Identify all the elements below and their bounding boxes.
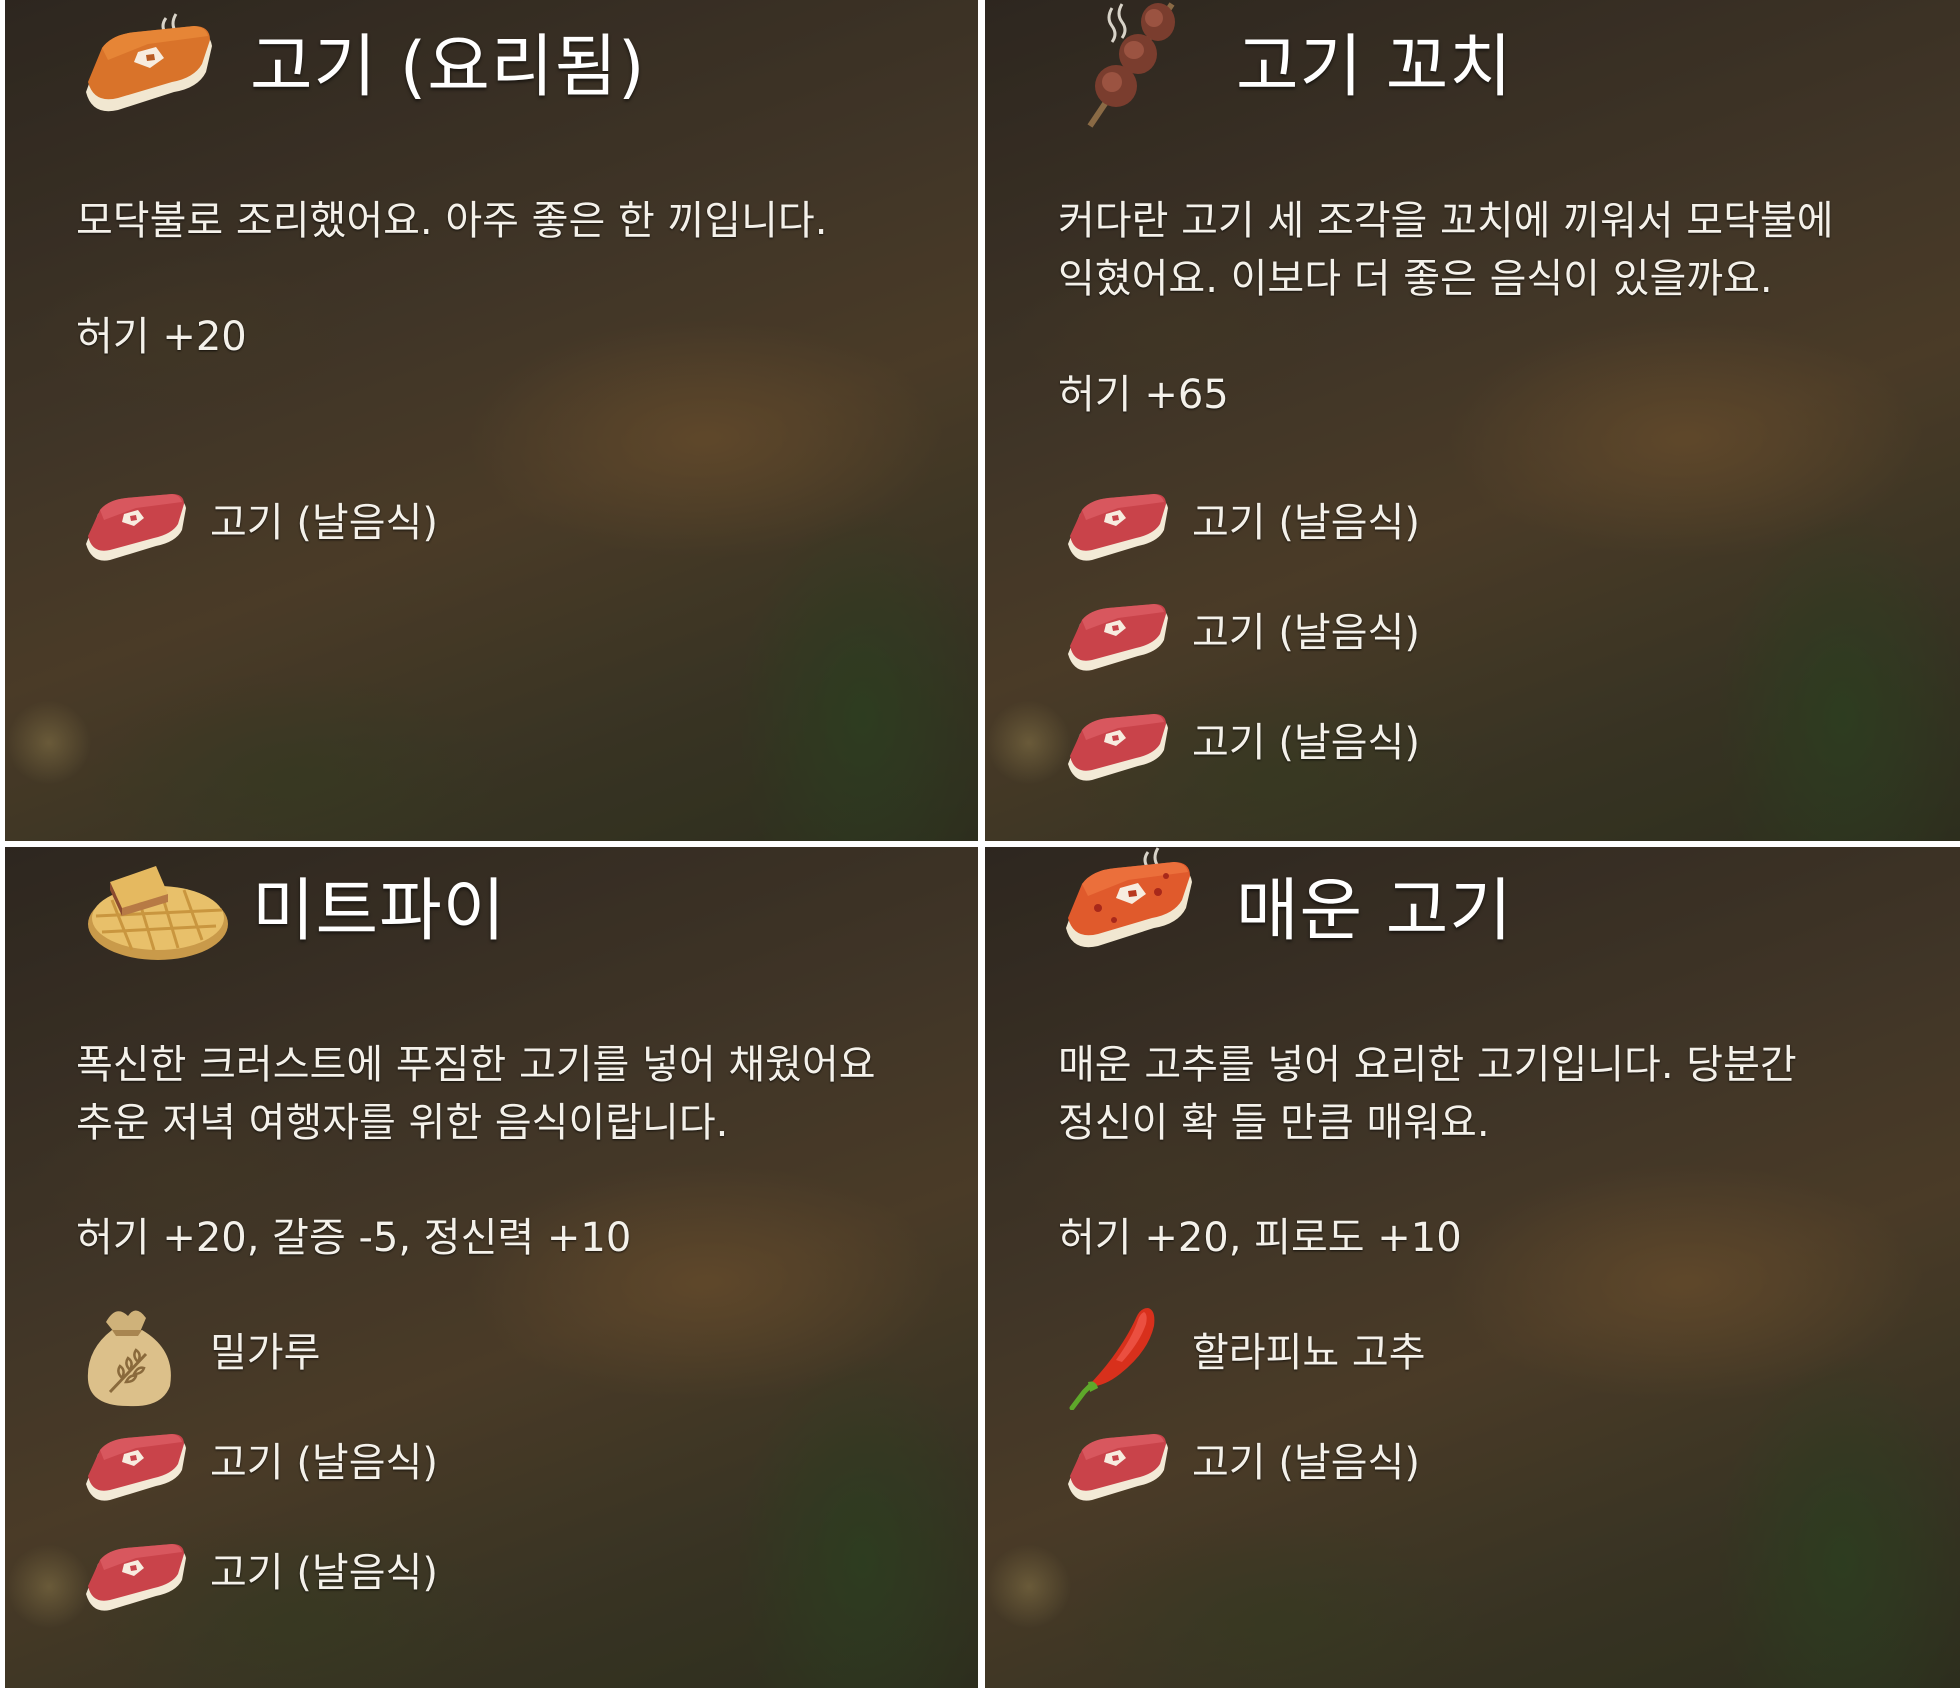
recipe-card-cooked-meat: 고기 (요리됨) 모닥불로 조리했어요. 아주 좋은 한 끼입니다. 허기 +2… [0, 0, 980, 844]
recipe-grid: 고기 (요리됨) 모닥불로 조리했어요. 아주 좋은 한 끼입니다. 허기 +2… [0, 0, 1960, 1688]
recipe-title: 고기 (요리됨) [250, 28, 646, 107]
recipe-description: 모닥불로 조리했어요. 아주 좋은 한 끼입니다. [76, 198, 828, 244]
recipe-description: 매운 고추를 넣어 요리한 고기입니다. 당분간 정신이 확 들 만큼 매워요. [1058, 1042, 1797, 1146]
ingredient-label: 고기 (날음식) [1192, 720, 1420, 766]
ingredient-label: 고기 (날음식) [210, 1550, 438, 1596]
ingredient-row: 고기 (날음식) [1058, 588, 1938, 680]
recipe-stats: 허기 +20, 피로도 +10 [1058, 1215, 1462, 1261]
ingredient-label: 고기 (날음식) [1192, 1440, 1420, 1486]
raw-meat-icon [1068, 1434, 1168, 1501]
horizontal-divider [0, 841, 1960, 847]
recipe-title: 고기 꼬치 [1236, 28, 1513, 107]
spicy-meat-icon [1066, 847, 1192, 948]
raw-meat-icon [86, 1434, 186, 1501]
meat-pie-icon [88, 866, 228, 960]
recipe-title: 미트파이 [252, 872, 507, 951]
ingredient-label: 고기 (날음식) [210, 500, 438, 546]
recipe-description: 커다란 고기 세 조각을 꼬치에 끼워서 모닥불에 익혔어요. 이보다 더 좋은… [1058, 198, 1834, 302]
jalapeno-pepper-icon [1069, 1308, 1155, 1410]
recipe-title: 매운 고기 [1236, 872, 1513, 951]
recipe-stats: 허기 +65 [1058, 372, 1229, 418]
ingredient-label: 밀가루 [210, 1330, 321, 1376]
ingredient-label: 할라피뇨 고추 [1192, 1330, 1426, 1376]
meat-skewer-icon [1087, 2, 1175, 128]
recipe-card-meat-skewer: 고기 꼬치 커다란 고기 세 조각을 꼬치에 끼워서 모닥불에 익혔어요. 이보… [980, 0, 1960, 844]
ingredient-row: 고기 (날음식) [76, 1418, 956, 1510]
ingredient-row: 고기 (날음식) [76, 1528, 956, 1620]
recipe-stats: 허기 +20 [76, 314, 247, 360]
ingredient-row: 고기 (날음식) [1058, 698, 1938, 790]
raw-meat-icon [86, 494, 186, 561]
ingredient-row: 밀가루 [76, 1308, 956, 1407]
ingredient-row: 할라피뇨 고추 [1058, 1308, 1938, 1410]
ingredient-label: 고기 (날음식) [1192, 610, 1420, 656]
ingredient-row: 고기 (날음식) [1058, 478, 1938, 570]
cooked-meat-icon [86, 13, 212, 112]
recipe-stats: 허기 +20, 갈증 -5, 정신력 +10 [76, 1215, 632, 1261]
raw-meat-icon [1068, 604, 1168, 671]
ingredient-row: 고기 (날음식) [1058, 1418, 1938, 1510]
recipe-description: 폭신한 크러스트에 푸짐한 고기를 넣어 채웠어요 추운 저녁 여행자를 위한 … [76, 1042, 876, 1146]
raw-meat-icon [86, 1544, 186, 1611]
ingredient-row: 고기 (날음식) [76, 478, 956, 570]
recipe-card-spicy-meat: 매운 고기 매운 고추를 넣어 요리한 고기입니다. 당분간 정신이 확 들 만… [980, 844, 1960, 1688]
recipe-card-meat-pie: 미트파이 폭신한 크러스트에 푸짐한 고기를 넣어 채웠어요 추운 저녁 여행자… [0, 844, 980, 1688]
ingredient-label: 고기 (날음식) [1192, 500, 1420, 546]
raw-meat-icon [1068, 714, 1168, 781]
ingredient-label: 고기 (날음식) [210, 1440, 438, 1486]
raw-meat-icon [1068, 494, 1168, 561]
flour-sack-icon [87, 1310, 171, 1407]
